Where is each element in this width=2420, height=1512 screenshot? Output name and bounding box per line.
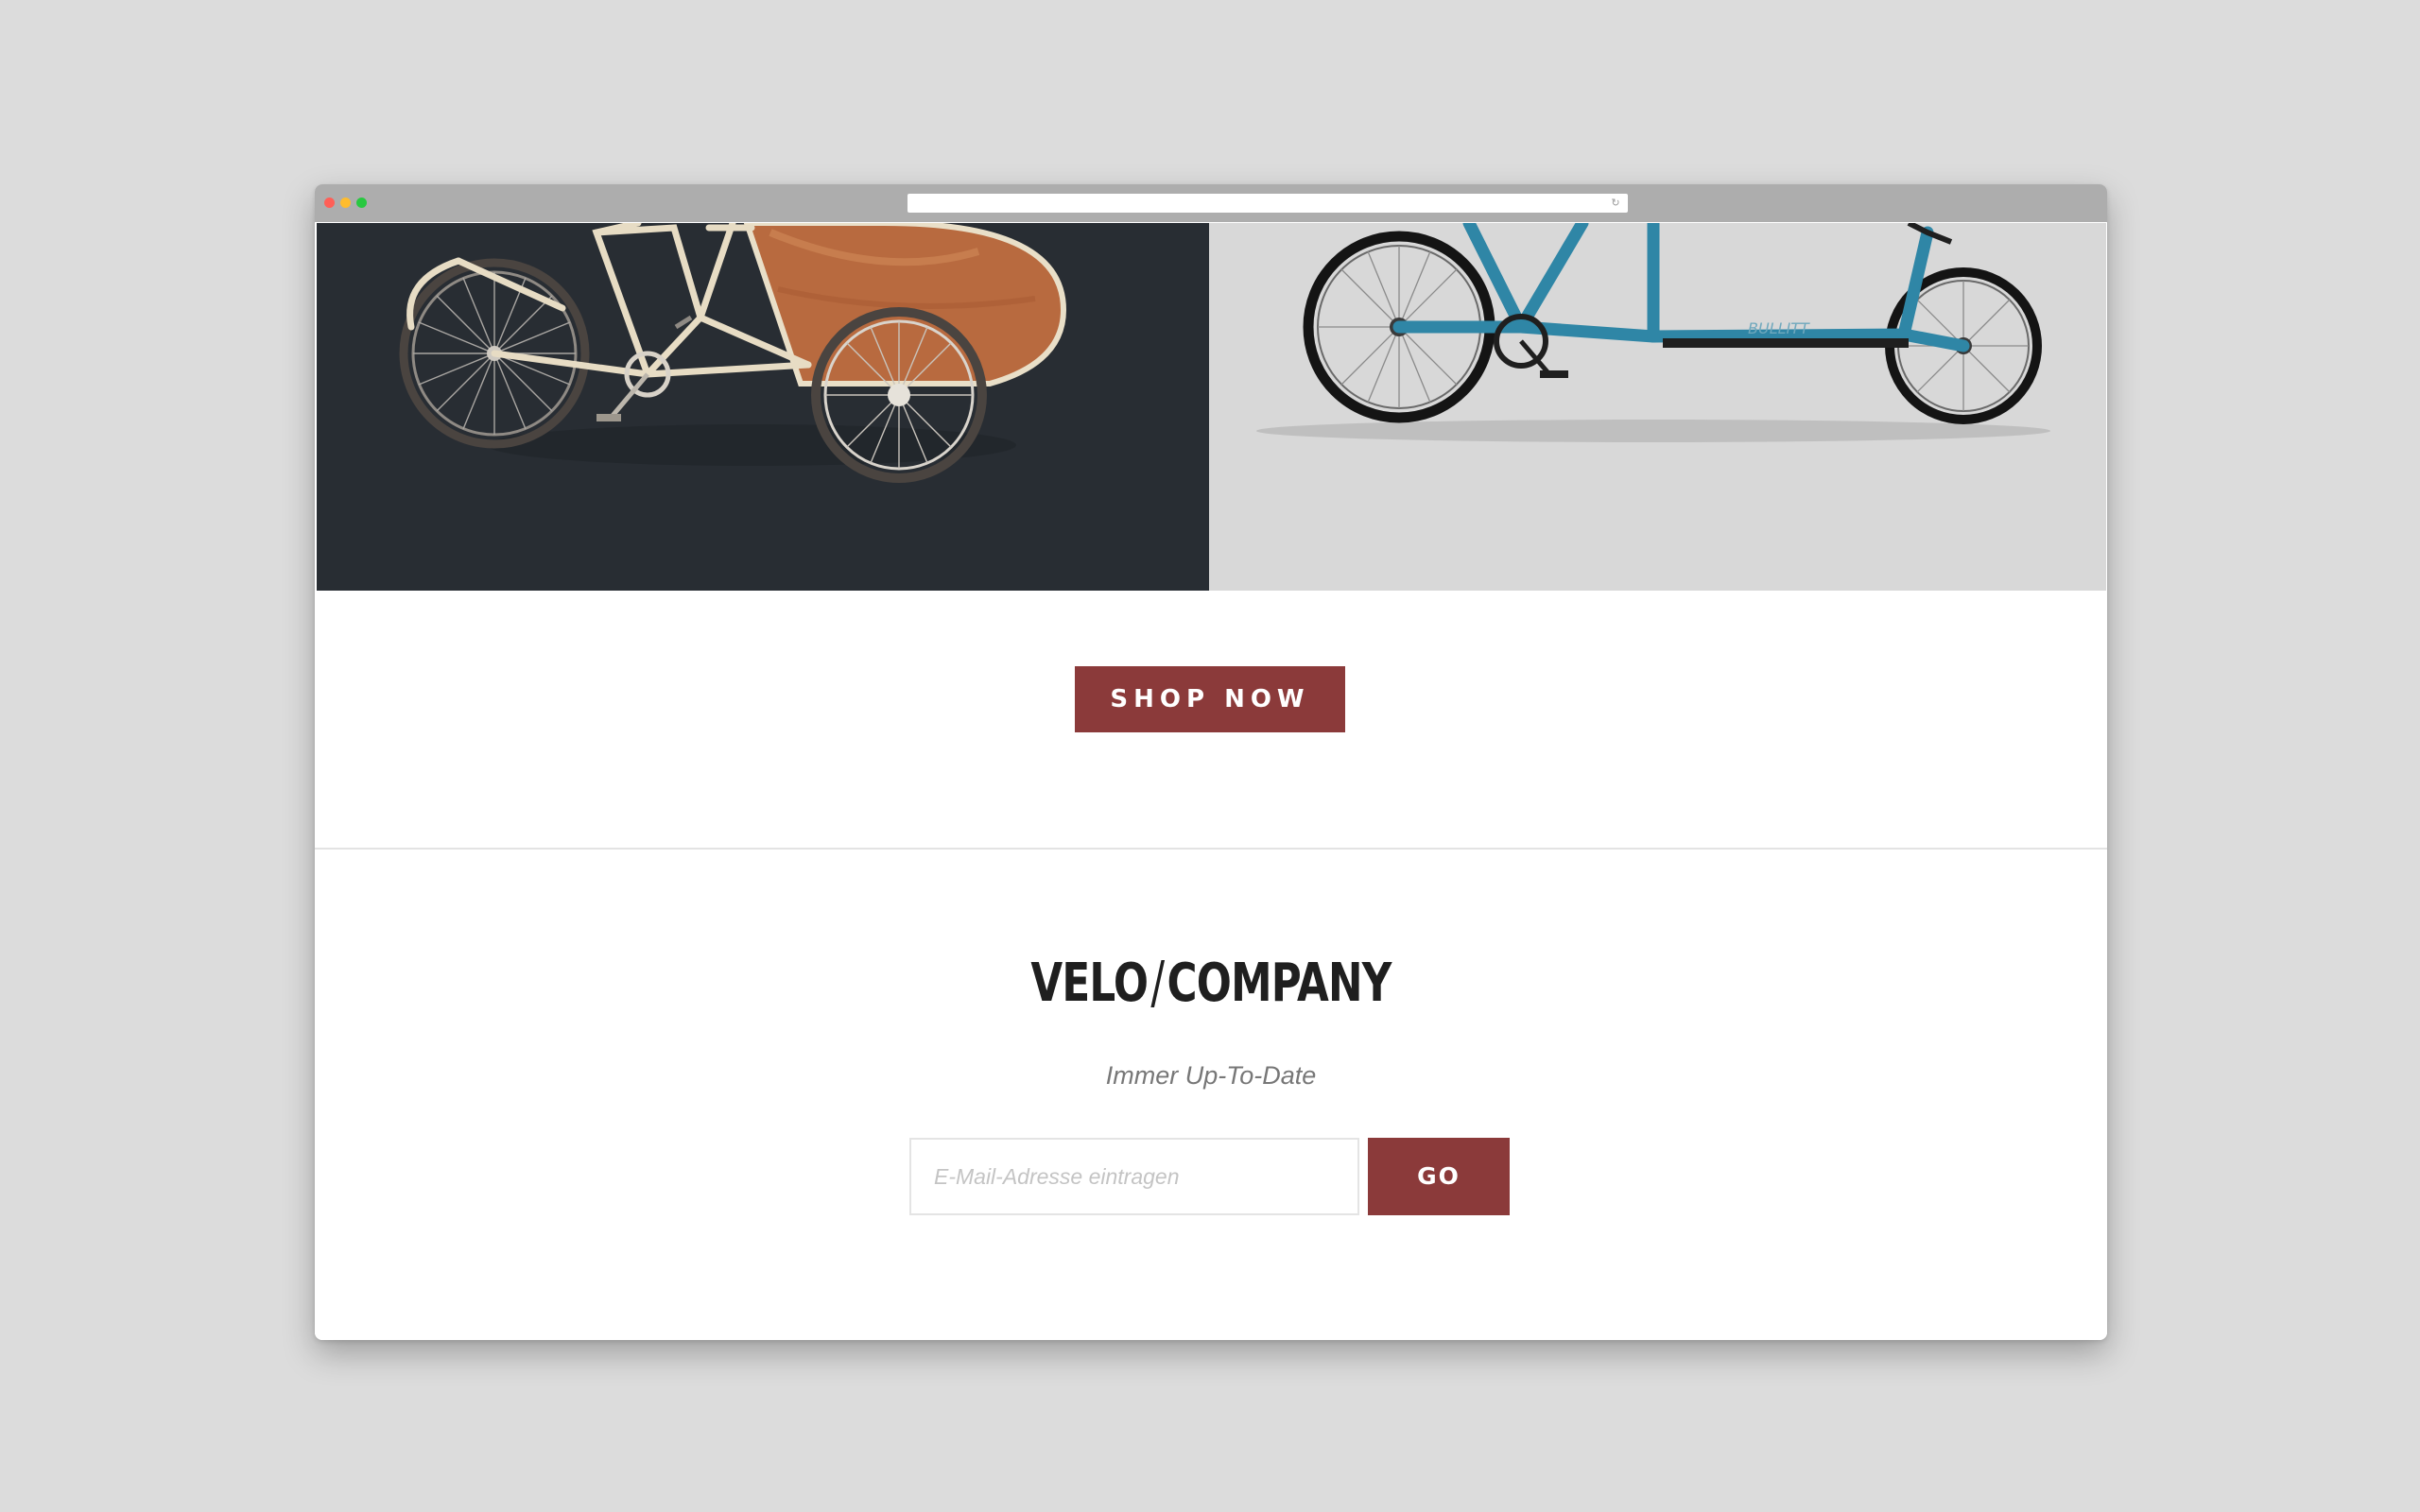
shop-now-button[interactable]: SHOP NOW (1075, 666, 1345, 732)
maximize-window-icon[interactable] (356, 198, 367, 208)
browser-titlebar: ↻ (315, 184, 2107, 222)
cargo-bike-icon: BULLITT (1256, 223, 2050, 442)
reload-icon[interactable]: ↻ (1609, 197, 1622, 210)
cargo-tricycle-image[interactable] (317, 223, 1209, 591)
section-divider (315, 848, 2107, 850)
close-window-icon[interactable] (324, 198, 335, 208)
logo-left-text: VELO (1030, 953, 1149, 1014)
email-input[interactable] (909, 1138, 1359, 1215)
cargo-tricycle-icon (399, 223, 1067, 483)
cargo-bike-image[interactable]: BULLITT (1209, 223, 2106, 591)
browser-window: ↻ BULLITT SHOP NOW VELO/COMPANY Immer Up… (315, 184, 2107, 1340)
logo-right-text: COMPANY (1167, 953, 1392, 1014)
minimize-window-icon[interactable] (340, 198, 351, 208)
velo-company-logo: VELO/COMPANY (512, 950, 1910, 1018)
page-content: BULLITT SHOP NOW VELO/COMPANY Immer Up-T… (315, 222, 2107, 1340)
logo-slash: / (1150, 950, 1165, 1017)
address-bar[interactable]: ↻ (908, 194, 1628, 213)
go-button[interactable]: GO (1368, 1138, 1510, 1215)
bike-brand-text: BULLITT (1748, 319, 1810, 337)
newsletter-tagline: Immer Up-To-Date (1105, 1061, 1317, 1090)
